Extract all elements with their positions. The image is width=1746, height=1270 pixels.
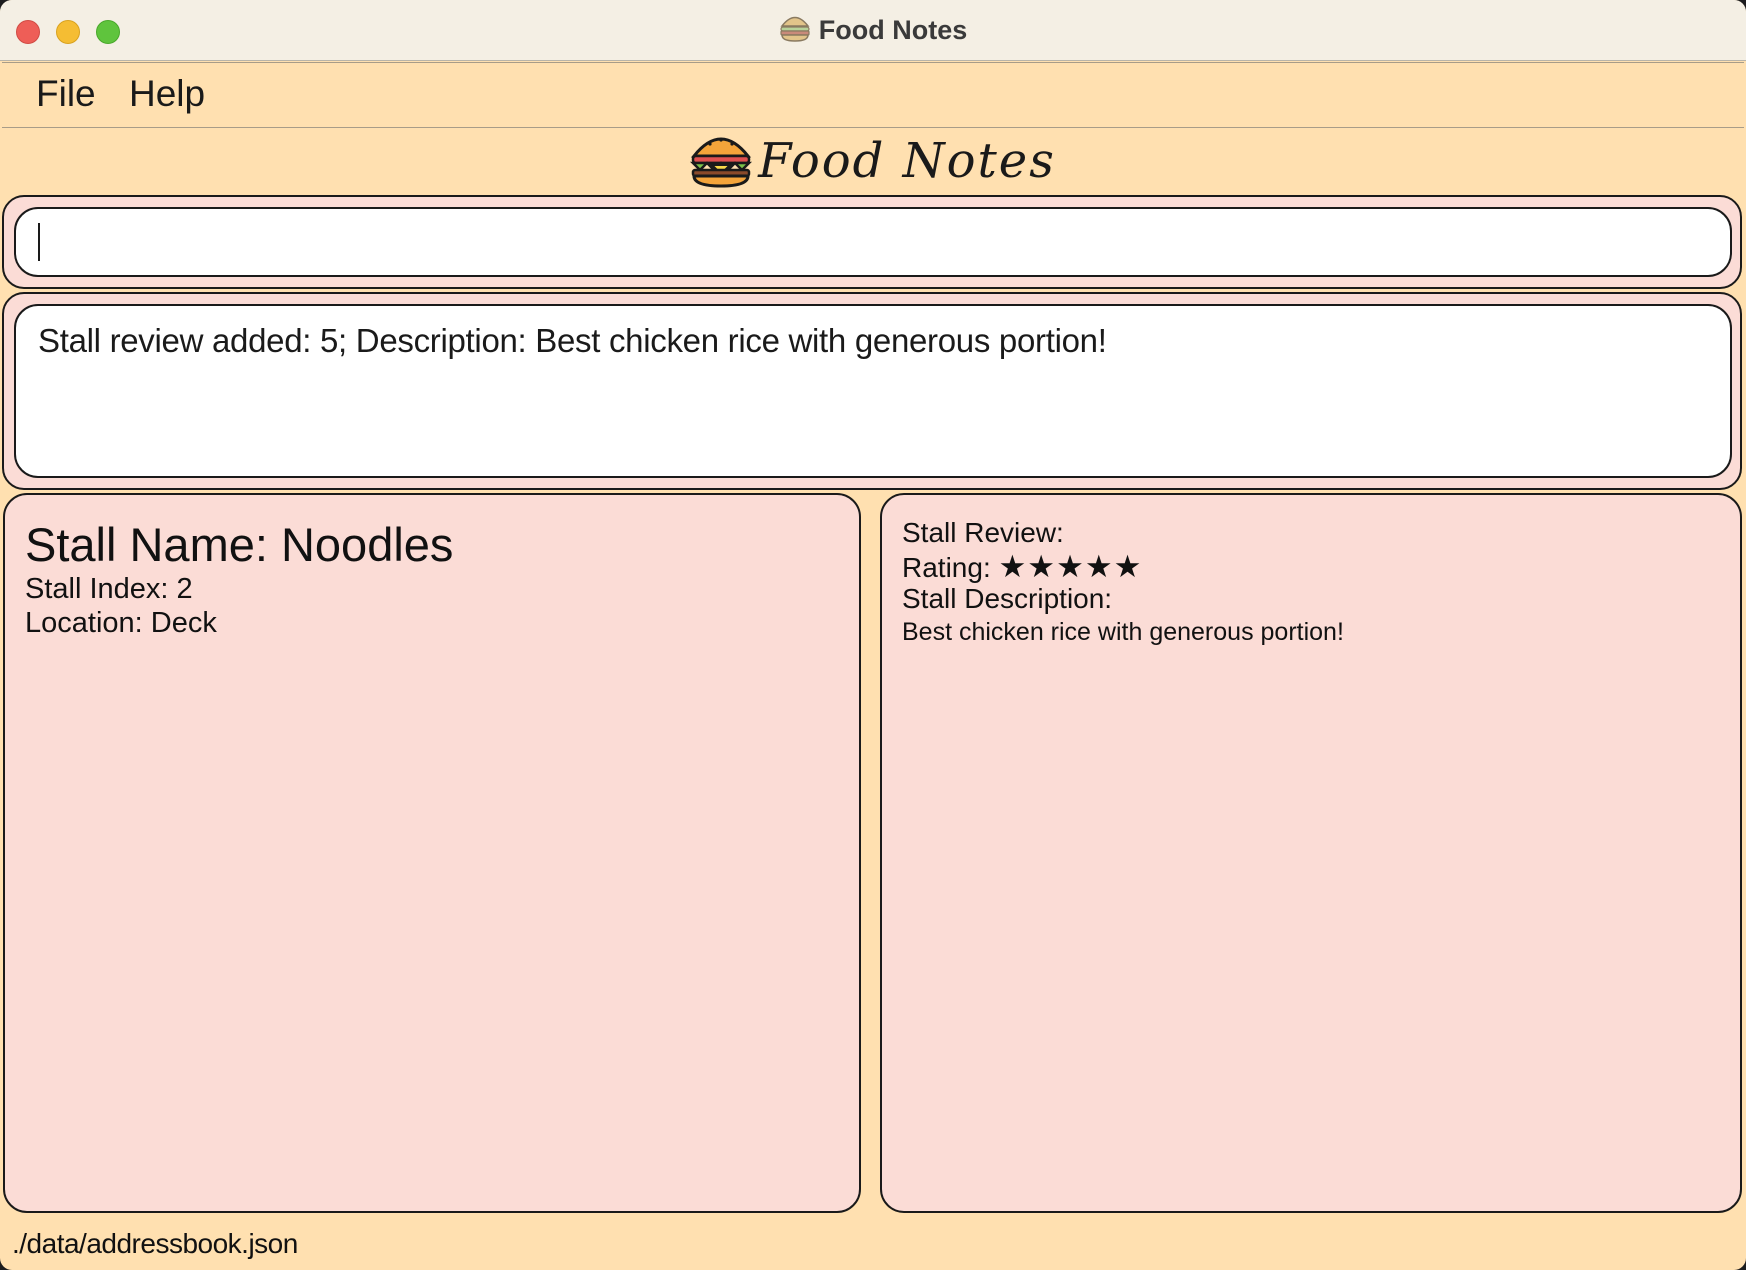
command-input[interactable] — [14, 207, 1732, 277]
stall-details-card: Stall Name: Noodles Stall Index: 2 Locat… — [3, 493, 861, 1213]
stall-location: Location: Deck — [25, 607, 217, 639]
stall-index: Stall Index: 2 — [25, 573, 193, 605]
logo-text: Food Notes — [758, 133, 1056, 189]
stall-description: Best chicken rice with generous portion! — [902, 618, 1344, 646]
menu-bar: File Help — [2, 62, 1744, 128]
stall-review-card: Stall Review: Rating: ★★★★★ Stall Descri… — [880, 493, 1742, 1213]
app-window: Food Notes File Help Food Notes Stall re… — [0, 0, 1746, 1270]
star-rating-icons: ★★★★★ — [998, 549, 1143, 584]
rating-label: Rating: — [902, 552, 991, 583]
result-display: Stall review added: 5; Description: Best… — [14, 304, 1732, 478]
stall-name: Stall Name: Noodles — [25, 518, 454, 571]
review-heading: Stall Review: — [902, 517, 1064, 548]
app-logo: Food Notes — [0, 130, 1746, 192]
window-title: Food Notes — [0, 12, 1746, 48]
window-title-text: Food Notes — [818, 14, 968, 45]
title-bar[interactable]: Food Notes — [0, 0, 1746, 61]
rating-row: Rating: ★★★★★ — [902, 549, 1142, 585]
result-message: Stall review added: 5; Description: Best… — [38, 322, 1107, 359]
burger-logo-icon — [690, 130, 753, 193]
burger-app-icon — [779, 13, 811, 48]
text-caret — [38, 223, 40, 261]
menu-help[interactable]: Help — [129, 73, 205, 115]
status-bar-file-path: ./data/addressbook.json — [12, 1228, 298, 1259]
result-display-panel: Stall review added: 5; Description: Best… — [2, 292, 1742, 490]
description-label: Stall Description: — [902, 583, 1113, 614]
command-box-panel — [2, 195, 1742, 289]
menu-file[interactable]: File — [36, 73, 96, 115]
